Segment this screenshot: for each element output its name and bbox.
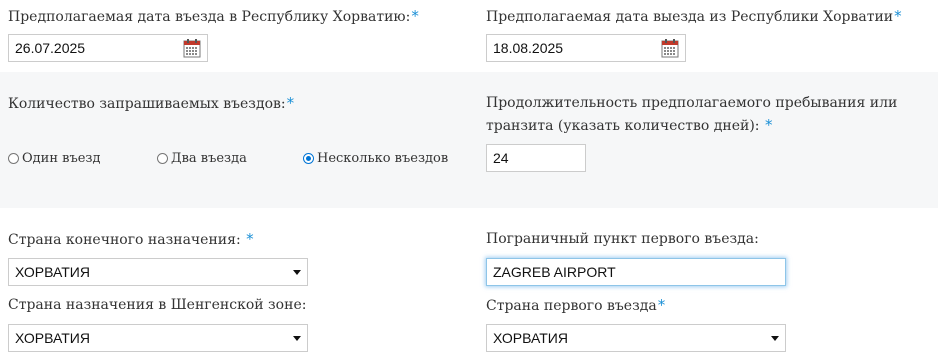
first-entry-country-label-text: Страна первого въезда — [486, 298, 657, 314]
calendar-icon[interactable] — [183, 38, 201, 58]
border-point-label-text: Пограничный пункт первого въезда: — [486, 231, 759, 247]
schengen-destination-label-text: Страна назначения в Шенгенской зоне: — [8, 297, 307, 313]
dropdown-arrow-icon — [293, 270, 301, 275]
entry-date-input[interactable]: 26.07.2025 — [8, 34, 208, 62]
exit-date-label-text: Предполагаемая дата выезда из Республики… — [486, 9, 894, 25]
duration-days-value: 24 — [493, 150, 509, 166]
final-destination-select[interactable]: ХОРВАТИЯ — [8, 258, 308, 286]
dropdown-arrow-icon — [293, 336, 301, 341]
radio-single-entry[interactable]: Один въезд — [8, 151, 101, 166]
radio-button[interactable] — [8, 153, 19, 164]
radio-label: Один въезд — [22, 151, 101, 166]
required-mark: * — [764, 116, 773, 134]
calendar-icon[interactable] — [661, 38, 679, 58]
radio-label: Два въезда — [171, 151, 247, 166]
final-destination-label: Страна конечного назначения: * — [8, 228, 254, 251]
required-mark: * — [657, 296, 666, 314]
entry-date-label-text: Предполагаемая дата въезда в Республику … — [8, 9, 411, 25]
exit-date-value: 18.08.2025 — [493, 40, 564, 56]
entry-date-label: Предполагаемая дата въезда в Республику … — [8, 5, 419, 28]
final-destination-label-text: Страна конечного назначения: — [8, 232, 241, 248]
duration-label-text: Продолжительность предполагаемого пребыв… — [486, 95, 898, 134]
radio-label: Несколько въездов — [317, 151, 449, 166]
first-entry-country-select[interactable]: ХОРВАТИЯ — [486, 324, 786, 352]
radio-button[interactable] — [157, 153, 168, 164]
border-point-input[interactable]: ZAGREB AIRPORT — [486, 258, 786, 286]
required-mark: * — [411, 7, 419, 25]
dropdown-arrow-icon — [771, 336, 779, 341]
entries-label: Количество запрашиваемых въездов:* — [8, 92, 294, 115]
border-point-value: ZAGREB AIRPORT — [493, 264, 616, 280]
radio-multiple-entry[interactable]: Несколько въездов — [303, 151, 448, 166]
border-point-label: Пограничный пункт первого въезда: — [486, 228, 759, 250]
required-mark: * — [894, 7, 902, 25]
schengen-destination-select[interactable]: ХОРВАТИЯ — [8, 324, 308, 352]
first-entry-country-value: ХОРВАТИЯ — [493, 330, 568, 346]
required-mark: * — [286, 94, 295, 112]
radio-button-checked[interactable] — [303, 153, 314, 164]
entries-label-text: Количество запрашиваемых въездов: — [8, 96, 286, 112]
schengen-destination-value: ХОРВАТИЯ — [15, 330, 90, 346]
duration-label: Продолжительность предполагаемого пребыв… — [486, 92, 906, 137]
final-destination-value: ХОРВАТИЯ — [15, 264, 90, 280]
first-entry-country-label: Страна первого въезда* — [486, 294, 665, 317]
exit-date-input[interactable]: 18.08.2025 — [486, 34, 686, 62]
entry-date-value: 26.07.2025 — [15, 40, 86, 56]
radio-double-entry[interactable]: Два въезда — [157, 151, 247, 166]
schengen-destination-label: Страна назначения в Шенгенской зоне: — [8, 294, 306, 316]
duration-days-input[interactable]: 24 — [486, 144, 586, 172]
required-mark: * — [246, 230, 254, 248]
exit-date-label: Предполагаемая дата выезда из Республики… — [486, 5, 902, 28]
